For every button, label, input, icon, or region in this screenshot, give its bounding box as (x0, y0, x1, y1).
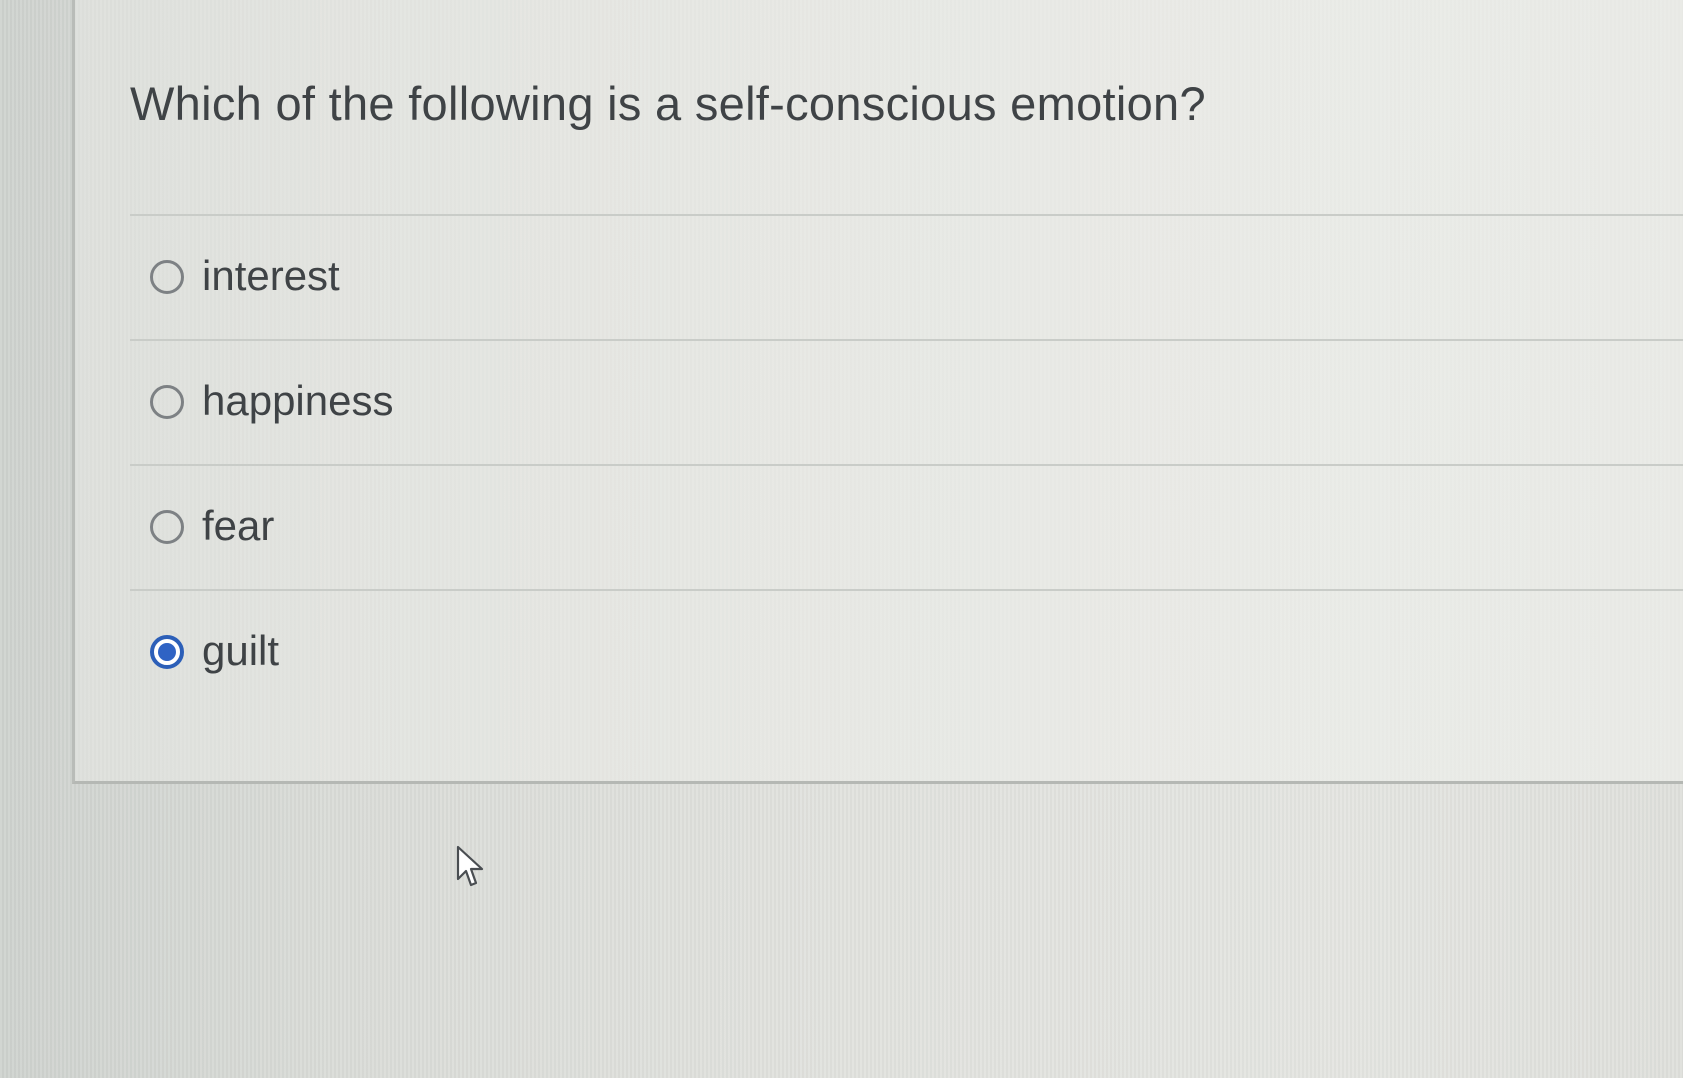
option-fear[interactable]: fear (130, 466, 1683, 589)
arrow-pointer-icon (456, 845, 484, 887)
question-title: Which of the following is a self-conscio… (130, 77, 1206, 130)
option-guilt[interactable]: guilt (130, 591, 1683, 714)
radio-button-icon[interactable] (150, 385, 184, 419)
option-label: guilt (202, 627, 280, 674)
option-happiness[interactable]: happiness (130, 341, 1683, 464)
radio-button-icon[interactable] (150, 260, 184, 294)
option-label: interest (202, 252, 340, 299)
answer-options-list: interest happiness fear guilt (130, 214, 1683, 714)
radio-button-icon[interactable] (150, 510, 184, 544)
option-label: fear (202, 502, 275, 549)
option-interest[interactable]: interest (130, 216, 1683, 339)
radio-button-selected-icon[interactable] (150, 635, 184, 669)
option-label: happiness (202, 377, 394, 424)
